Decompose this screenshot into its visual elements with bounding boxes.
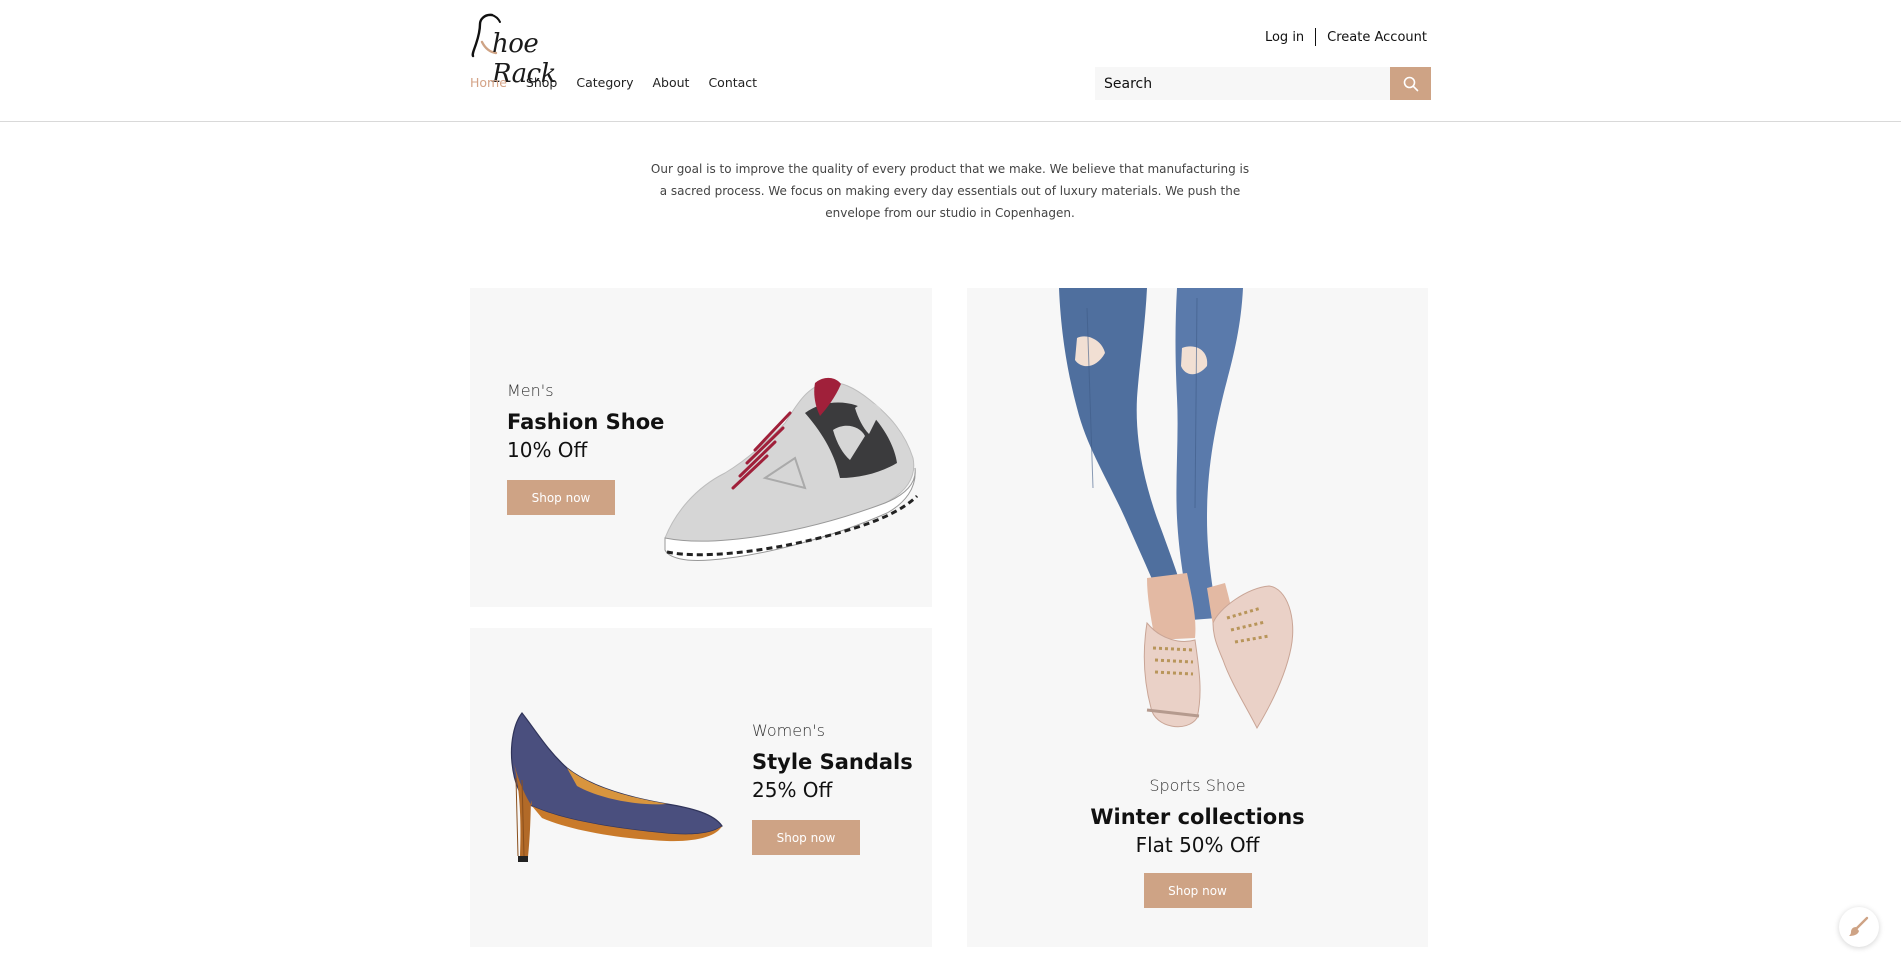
promo-kicker: Men's [507,381,554,400]
brand-logo[interactable]: hoe Rack [470,12,600,89]
promo-card-womens: Women's Style Sandals 25% Off Shop now [470,628,932,947]
sports-legs-image [1059,288,1294,730]
promo-offer: 10% Off [507,438,588,462]
promo-card-mens: Men's Fashion Shoe 10% Off Shop now [470,288,932,607]
login-link[interactable]: Log in [1265,30,1304,45]
promo-kicker: Women's [752,721,825,740]
floating-customize-button[interactable] [1839,907,1879,947]
shop-now-button-mens[interactable]: Shop now [507,480,615,515]
promo-offer: 25% Off [752,778,833,802]
create-account-link[interactable]: Create Account [1327,30,1427,45]
account-divider [1315,28,1317,46]
search-input[interactable] [1095,67,1390,100]
nav-item-home[interactable]: Home [470,75,507,90]
site-header: hoe Rack Log in Create Account Home Shop… [0,0,1901,122]
search-bar [1095,67,1431,100]
nav-item-contact[interactable]: Contact [708,75,757,90]
promo-text-mens: Men's Fashion Shoe 10% Off Shop now [507,381,664,515]
search-button[interactable] [1390,67,1431,100]
promo-text-sports: Sports Shoe Winter collections Flat 50% … [967,776,1428,908]
promo-headline: Style Sandals [752,750,913,774]
promo-card-sports: Sports Shoe Winter collections Flat 50% … [967,288,1428,947]
promo-headline: Winter collections [1090,805,1305,829]
promo-text-womens: Women's Style Sandals 25% Off Shop now [752,721,913,855]
promo-kicker: Sports Shoe [1149,776,1246,795]
promo-headline: Fashion Shoe [507,410,665,434]
brush-icon [1849,916,1869,936]
shop-now-button-womens[interactable]: Shop now [752,820,860,855]
intro-text: Our goal is to improve the quality of ev… [650,162,1250,220]
shop-now-button-sports[interactable]: Shop now [1143,873,1252,908]
womens-heel-image [510,712,723,862]
account-links: Log in Create Account [1265,28,1427,46]
search-icon [1403,76,1418,91]
mens-sneaker-image [664,377,919,561]
nav-item-category[interactable]: Category [576,75,633,90]
nav-item-about[interactable]: About [652,75,689,90]
nav-item-shop[interactable]: Shop [526,75,557,90]
promo-offer: Flat 50% Off [1135,833,1260,857]
main-nav: Home Shop Category About Contact [470,75,776,90]
